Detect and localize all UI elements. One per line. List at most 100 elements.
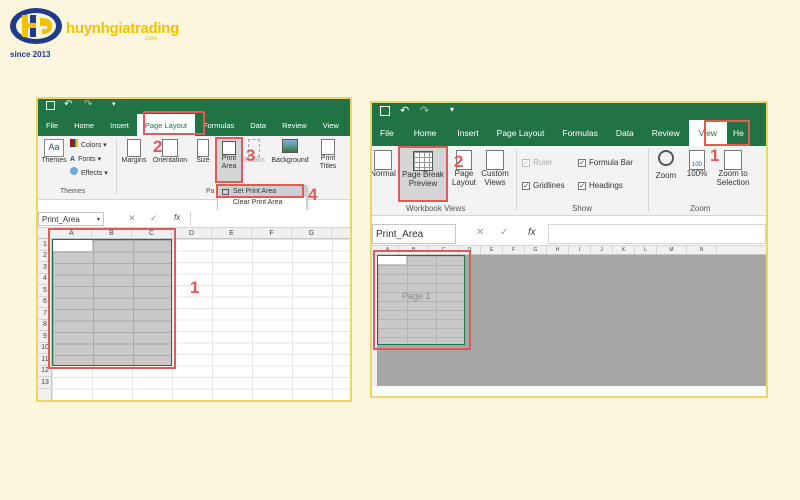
theme-options: Colors ▾ A Fonts ▾ Effects ▾ [70, 139, 108, 181]
save-icon[interactable] [46, 101, 55, 110]
effects-button[interactable]: Effects ▾ [70, 167, 108, 181]
column-header[interactable]: I [569, 246, 591, 254]
tab-page-layout[interactable]: Page Layout [488, 120, 554, 146]
brand-since: since 2013 [10, 50, 51, 59]
normal-view-icon [374, 150, 392, 170]
customize-qat-icon[interactable]: ▾ [450, 105, 454, 114]
column-header[interactable]: G [292, 228, 332, 238]
highlight-view-tab [704, 120, 750, 146]
insert-function-icon[interactable]: fx [174, 213, 180, 222]
zoom-100-label: 100% [686, 169, 708, 178]
headings-checkbox-box[interactable]: ✓ [578, 182, 586, 190]
redo-icon[interactable]: ↷ [420, 104, 429, 117]
customize-qat-icon[interactable]: ▾ [112, 100, 116, 108]
background-button[interactable]: Background [268, 139, 312, 165]
formula-bar-checkbox-box[interactable]: ✓ [578, 159, 586, 167]
effects-label: Effects [81, 170, 103, 177]
zoom-100-icon: 100 [689, 150, 705, 170]
name-box[interactable]: Print_Area ▾ [38, 212, 104, 226]
size-label: Size [196, 157, 210, 164]
tab-file[interactable]: File [372, 120, 402, 146]
zoom-label: Zoom [655, 171, 677, 180]
row-header[interactable]: 13 [38, 377, 52, 389]
cancel-icon[interactable]: ✕ [128, 213, 136, 224]
name-box-value: Print_Area [42, 214, 80, 224]
formula-bar: Print_Area ▾ ✕ ✓ fx [38, 210, 350, 228]
formula-input[interactable] [548, 224, 766, 244]
fonts-label: Fonts [78, 156, 96, 163]
highlight-page-break-preview [398, 146, 448, 202]
column-header[interactable]: H [547, 246, 569, 254]
column-header[interactable]: N [687, 246, 717, 254]
headings-checkbox[interactable]: ✓ Headings [578, 181, 623, 190]
tab-home[interactable]: Home [66, 114, 102, 136]
logo-mark-icon [10, 8, 62, 44]
tab-file[interactable]: File [38, 114, 66, 136]
size-icon [197, 139, 209, 157]
ribbon-view: Normal Page Break Preview Page Layout Cu… [370, 120, 766, 216]
background-image-icon [282, 139, 298, 153]
zoom-button[interactable]: Zoom [652, 150, 680, 181]
margins-icon [127, 139, 141, 157]
group-divider [516, 149, 517, 211]
colors-label: Colors [81, 142, 102, 149]
name-box-dropdown-icon[interactable]: ▾ [97, 216, 100, 223]
column-header[interactable]: E [212, 228, 252, 238]
colors-button[interactable]: Colors ▾ [70, 139, 108, 153]
gridlines-label: Gridlines [533, 181, 565, 190]
ruler-checkbox-box[interactable]: ✓ [522, 159, 530, 167]
formula-input[interactable] [190, 212, 350, 226]
margins-button[interactable]: Margins [120, 139, 148, 165]
column-header[interactable]: M [657, 246, 687, 254]
tab-insert[interactable]: Insert [102, 114, 137, 136]
tab-review[interactable]: Review [274, 114, 315, 136]
column-header[interactable]: J [591, 246, 613, 254]
formula-bar-label: Formula Bar [589, 158, 634, 167]
zoom-100-button[interactable]: 100 100% [684, 150, 710, 179]
enter-icon[interactable]: ✓ [500, 227, 508, 238]
themes-button[interactable]: Aa Themes [41, 139, 67, 165]
custom-views-icon [486, 150, 504, 170]
fonts-button[interactable]: A Fonts ▾ [70, 153, 108, 167]
column-header[interactable]: L [635, 246, 657, 254]
headings-label: Headings [589, 181, 623, 190]
tab-view[interactable]: View [315, 114, 347, 136]
tab-insert[interactable]: Insert [448, 120, 487, 146]
normal-view-label: Normal [370, 169, 396, 178]
ruler-checkbox[interactable]: ✓ Ruler [522, 158, 552, 167]
column-header[interactable]: G [525, 246, 547, 254]
column-header[interactable]: F [252, 228, 292, 238]
tab-review[interactable]: Review [643, 120, 689, 146]
tab-data[interactable]: Data [607, 120, 643, 146]
normal-view-button[interactable]: Normal [370, 150, 398, 179]
cancel-icon[interactable]: ✕ [476, 227, 484, 238]
formula-bar-checkbox[interactable]: ✓ Formula Bar [578, 158, 633, 167]
enter-icon[interactable]: ✓ [150, 213, 158, 224]
custom-views-button[interactable]: Custom Views [478, 150, 512, 188]
name-box[interactable]: Print_Area [372, 224, 456, 244]
undo-icon[interactable]: ↶ [64, 99, 72, 110]
highlight-print-page [373, 250, 471, 350]
column-header[interactable]: K [613, 246, 635, 254]
redo-icon[interactable]: ↷ [84, 99, 92, 110]
fonts-icon: A [70, 156, 76, 163]
tab-home[interactable]: Home [402, 120, 449, 146]
step-1-marker: 1 [710, 146, 720, 165]
undo-icon[interactable]: ↶ [400, 104, 409, 117]
magnifier-icon [658, 150, 674, 166]
colors-icon [70, 139, 78, 147]
zoom-selection-icon [724, 150, 742, 170]
size-button[interactable]: Size [193, 139, 213, 165]
gridlines-checkbox-box[interactable]: ✓ [522, 182, 530, 190]
clear-print-area-item[interactable]: Clear Print Area [218, 197, 306, 208]
print-titles-label: Print Titles [319, 155, 337, 170]
tab-formulas[interactable]: Formulas [553, 120, 606, 146]
print-titles-button[interactable]: Print Titles [315, 139, 341, 170]
save-icon[interactable] [380, 106, 390, 116]
column-header[interactable]: F [503, 246, 525, 254]
column-header[interactable]: E [481, 246, 503, 254]
gridlines-checkbox[interactable]: ✓ Gridlines [522, 181, 565, 190]
tab-data[interactable]: Data [242, 114, 274, 136]
insert-function-icon[interactable]: fx [528, 227, 536, 238]
column-header[interactable]: D [172, 228, 212, 238]
